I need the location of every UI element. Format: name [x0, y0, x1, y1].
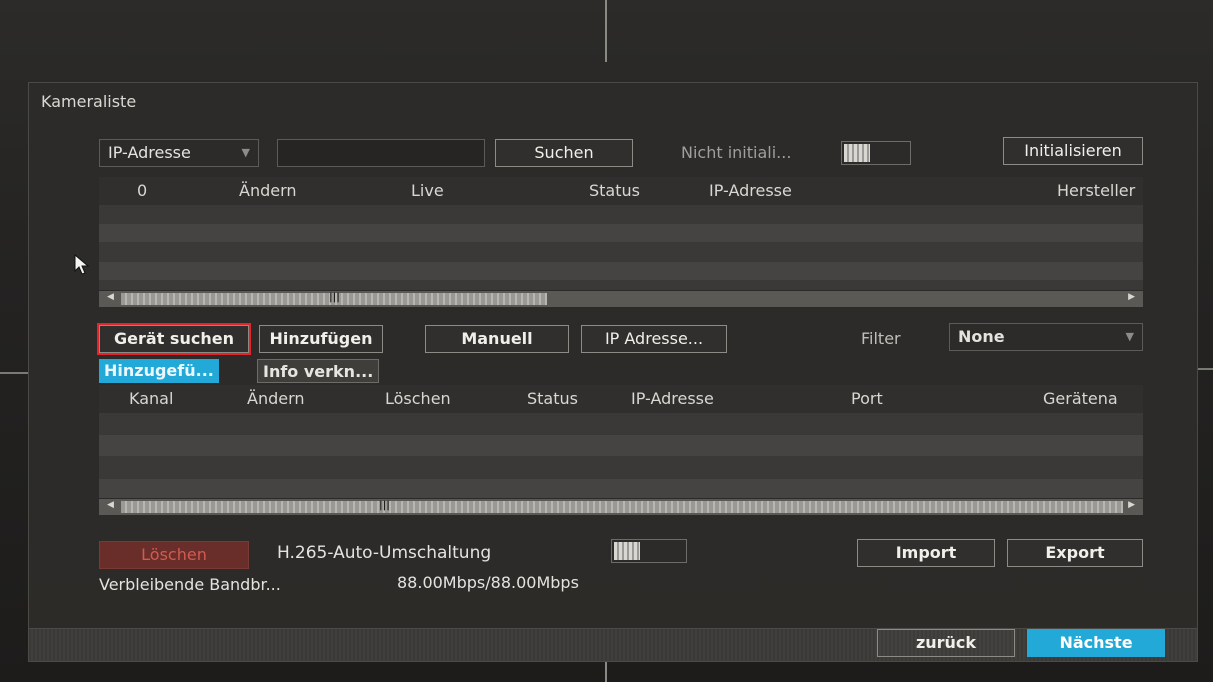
grip-icon: |||: [329, 292, 340, 303]
chevron-down-icon: ▼: [241, 146, 250, 159]
bandwidth-label: Verbleibende Bandbr...: [99, 575, 281, 594]
column-header: Status: [527, 389, 578, 408]
mouse-pointer-icon: [74, 254, 90, 275]
column-header: Status: [589, 181, 640, 200]
column-header: Ändern: [247, 389, 305, 408]
filter-dropdown[interactable]: None ▼: [949, 323, 1143, 351]
import-button[interactable]: Import: [857, 539, 995, 567]
arrow-left-icon[interactable]: ◀: [107, 292, 114, 302]
toggle-knob: [844, 144, 870, 162]
column-header: Gerätena: [1043, 389, 1118, 408]
horizontal-scrollbar[interactable]: ◀ ||| ▶: [99, 290, 1143, 307]
table-body: [99, 413, 1143, 501]
uninitialized-toggle[interactable]: [841, 141, 911, 165]
search-type-value: IP-Adresse: [108, 143, 191, 162]
search-type-dropdown[interactable]: IP-Adresse ▼: [99, 139, 259, 167]
device-table: 0 Ändern Live Status IP-Adresse Herstell…: [99, 177, 1143, 307]
arrow-left-icon[interactable]: ◀: [107, 500, 114, 510]
horizontal-scrollbar[interactable]: ◀ ||| ▶: [99, 498, 1143, 515]
h265-label: H.265-Auto-Umschaltung: [277, 543, 492, 563]
background-line: [605, 0, 607, 62]
manual-button[interactable]: Manuell: [425, 325, 569, 353]
tab-info-linked[interactable]: Info verkn...: [257, 359, 380, 383]
chevron-down-icon: ▼: [1125, 330, 1134, 343]
filter-label: Filter: [861, 329, 901, 348]
background-line: [1197, 368, 1213, 370]
table-row[interactable]: [99, 243, 1143, 262]
arrow-right-icon[interactable]: ▶: [1128, 292, 1135, 302]
column-header: Ändern: [239, 181, 297, 200]
column-header: IP-Adresse: [709, 181, 792, 200]
next-button[interactable]: Nächste: [1027, 629, 1165, 657]
column-header: Löschen: [385, 389, 451, 408]
background-line: [605, 660, 607, 682]
table-row[interactable]: [99, 205, 1143, 224]
grip-icon: |||: [379, 500, 390, 511]
column-header: Live: [411, 181, 444, 200]
table-row[interactable]: [99, 435, 1143, 457]
column-header: 0: [137, 181, 148, 200]
filter-value: None: [958, 327, 1005, 346]
initialize-button[interactable]: Initialisieren: [1003, 137, 1143, 165]
delete-button[interactable]: Löschen: [99, 541, 249, 569]
add-button[interactable]: Hinzufügen: [259, 325, 383, 353]
column-header: Hersteller: [1057, 181, 1136, 200]
back-button[interactable]: zurück: [877, 629, 1015, 657]
column-header: Port: [851, 389, 883, 408]
table-row[interactable]: [99, 413, 1143, 435]
added-device-table: Kanal Ändern Löschen Status IP-Adresse P…: [99, 385, 1143, 515]
h265-toggle[interactable]: [611, 539, 687, 563]
background-line: [0, 372, 28, 374]
table-row[interactable]: [99, 224, 1143, 243]
table-header: 0 Ändern Live Status IP-Adresse Herstell…: [99, 177, 1143, 205]
camera-list-dialog: Kameraliste IP-Adresse ▼ Suchen Nicht in…: [28, 82, 1198, 662]
table-body: [99, 205, 1143, 300]
search-button[interactable]: Suchen: [495, 139, 633, 167]
uninitialized-label: Nicht initiali...: [681, 143, 792, 162]
table-header: Kanal Ändern Löschen Status IP-Adresse P…: [99, 385, 1143, 413]
toggle-knob: [614, 542, 640, 560]
export-button[interactable]: Export: [1007, 539, 1143, 567]
table-row[interactable]: [99, 457, 1143, 479]
search-device-button[interactable]: Gerät suchen: [97, 323, 251, 355]
dialog-title: Kameraliste: [41, 92, 137, 111]
footer-bar: [29, 628, 1197, 661]
column-header: Kanal: [129, 389, 174, 408]
search-input[interactable]: [277, 139, 485, 167]
bandwidth-value: 88.00Mbps/88.00Mbps: [397, 573, 579, 592]
arrow-right-icon[interactable]: ▶: [1128, 500, 1135, 510]
column-header: IP-Adresse: [631, 389, 714, 408]
tab-added[interactable]: Hinzugefü...: [99, 359, 219, 383]
ip-address-button[interactable]: IP Adresse...: [581, 325, 727, 353]
scrollbar-thumb[interactable]: [121, 501, 1123, 513]
table-row[interactable]: [99, 262, 1143, 281]
